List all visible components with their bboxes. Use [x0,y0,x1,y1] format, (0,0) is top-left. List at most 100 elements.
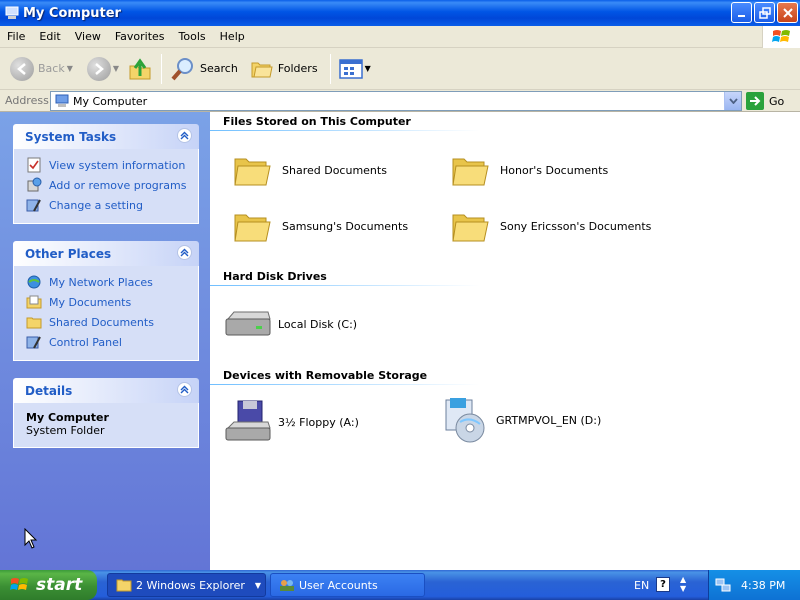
details-title: Details [25,383,73,398]
restore-icon [758,6,771,19]
place-label: My Network Places [49,275,153,289]
task-change-setting[interactable]: Change a setting [26,195,198,215]
other-places-title: Other Places [25,246,112,261]
clock[interactable]: 4:38 PM [741,579,785,592]
place-shared-documents[interactable]: Shared Documents [26,312,198,332]
drive-label: Local Disk (C:) [278,317,358,331]
user-accounts-icon [280,580,294,591]
menu-help[interactable]: Help [213,30,252,43]
folder-icon [446,206,494,246]
place-control-panel[interactable]: Control Panel [26,332,198,352]
drive-item[interactable]: 3½ Floppy (A:) [224,400,359,442]
drive-item[interactable]: Local Disk (C:) [224,304,357,344]
language-indicator[interactable]: EN [634,579,649,592]
forward-dropdown-icon[interactable]: ▼ [113,64,119,73]
toolbar: Back ▼ ▼ Search Folders ▼ [0,48,800,90]
windows-flag-icon [10,578,28,590]
views-dropdown-icon[interactable]: ▼ [365,64,371,73]
folder-item[interactable]: Honor's Documents [446,150,608,190]
network-connection-icon[interactable] [715,577,731,593]
folder-icon [228,206,276,246]
place-label: Shared Documents [49,315,154,329]
menu-tools[interactable]: Tools [172,30,213,43]
folder-item[interactable]: Shared Documents [228,150,387,190]
control-panel-icon [26,336,41,349]
task-label: View system information [49,158,186,172]
folder-label: Honor's Documents [500,163,609,177]
minimize-button[interactable] [731,2,752,23]
removable-group-header: Devices with Removable Storage [223,369,428,382]
add-remove-programs-icon [27,177,42,192]
menu-favorites[interactable]: Favorites [108,30,172,43]
collapse-chevron-icon[interactable] [177,382,192,397]
drive-label: GRTMPVOL_EN (D:) [496,413,602,427]
folders-button[interactable]: Folders [246,52,322,86]
start-label: start [36,575,83,595]
content-area: Files Stored on This Computer Shared Doc… [210,112,800,570]
folder-item[interactable]: Sony Ericsson's Documents [446,206,651,246]
details-header[interactable]: Details [13,378,199,403]
folder-icon [446,150,494,190]
other-places-panel: Other Places My Network Places My Docume… [13,241,199,361]
go-button[interactable]: Go [746,92,784,110]
windows-flag-icon [762,26,800,48]
up-folder-button[interactable] [123,52,157,86]
title-bar[interactable]: My Computer [0,0,800,26]
folder-label: Sony Ericsson's Documents [500,219,652,233]
folder-icon [228,150,276,190]
address-dropdown-button[interactable] [724,92,741,110]
group-divider [210,384,480,385]
folder-label: Samsung's Documents [282,219,409,233]
task-label: Add or remove programs [49,178,187,192]
system-tasks-header[interactable]: System Tasks [13,124,199,149]
forward-button[interactable]: ▼ [83,52,123,86]
collapse-chevron-icon[interactable] [177,128,192,143]
control-panel-setting-icon [26,199,41,212]
place-my-documents[interactable]: My Documents [26,292,198,312]
taskbar: start 2 Windows Explorer ▼ User Accounts… [0,570,800,600]
search-button[interactable]: Search [166,52,242,86]
back-arrow-icon [10,56,34,81]
help-icon[interactable]: ? [656,577,670,592]
maximize-button[interactable] [754,2,775,23]
menu-file[interactable]: File [0,30,32,43]
collapse-chevron-icon[interactable] [177,245,192,260]
other-places-header[interactable]: Other Places [13,241,199,266]
details-body: My Computer System Folder [13,403,199,448]
tray-scroll-arrows-icon[interactable]: ▲ ▼ [680,575,686,593]
group-divider [210,130,480,131]
views-button[interactable]: ▼ [335,52,375,86]
taskbar-windows-explorer[interactable]: 2 Windows Explorer ▼ [107,573,266,597]
address-input[interactable]: My Computer [50,91,742,111]
my-documents-icon [26,295,42,309]
taskbar-user-accounts[interactable]: User Accounts [270,573,425,597]
group-divider [210,285,480,286]
up-folder-icon [129,57,151,79]
taskbar-item-label: 2 Windows Explorer [136,578,245,592]
menu-view[interactable]: View [68,30,108,43]
task-view-system-information[interactable]: View system information [26,155,198,175]
minimize-icon [737,14,745,17]
cd-drive-icon [442,398,490,443]
toolbar-separator [329,53,331,84]
drive-item[interactable]: GRTMPVOL_EN (D:) [442,398,602,443]
search-label: Search [200,62,238,75]
task-label: Change a setting [49,198,143,212]
task-add-remove-programs[interactable]: Add or remove programs [26,175,198,195]
start-button[interactable]: start [0,570,97,600]
folder-icon [116,579,132,592]
window-controls [731,2,798,23]
address-bar: Address My Computer Go [0,90,800,112]
details-panel: Details My Computer System Folder [13,378,199,448]
other-places-body: My Network Places My Documents Shared Do… [13,266,199,361]
files-group-header: Files Stored on This Computer [223,115,411,128]
back-dropdown-icon[interactable]: ▼ [67,64,73,73]
back-button[interactable]: Back ▼ [6,52,77,86]
place-my-network-places[interactable]: My Network Places [26,272,198,292]
close-button[interactable] [777,2,798,23]
close-icon [782,7,793,18]
folder-item[interactable]: Samsung's Documents [228,206,408,246]
menu-edit[interactable]: Edit [32,30,67,43]
search-icon [171,57,194,80]
place-label: My Documents [49,295,132,309]
